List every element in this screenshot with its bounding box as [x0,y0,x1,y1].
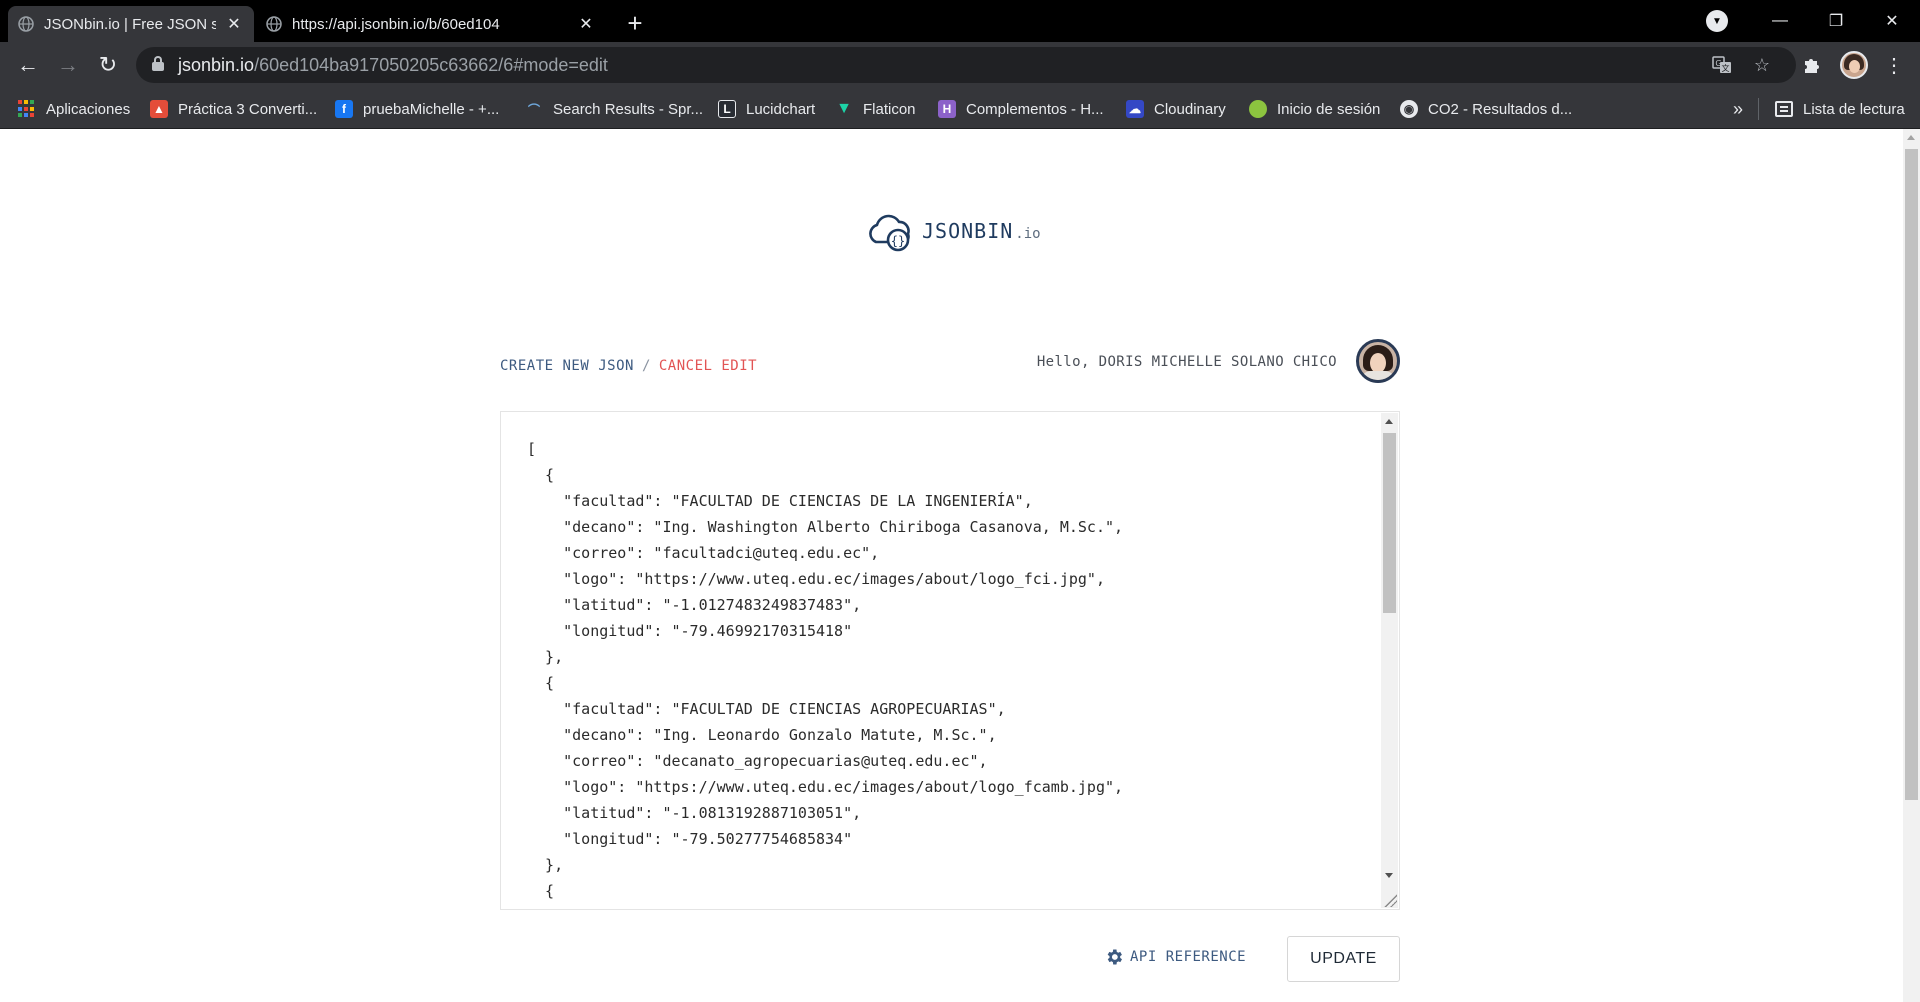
lock-icon[interactable] [152,56,164,72]
reload-icon[interactable]: ↻ [92,49,124,81]
api-reference-link[interactable]: API REFERENCE [1104,945,1246,969]
translate-icon[interactable]: 文G [1710,53,1734,77]
svg-text:文: 文 [1722,63,1730,73]
bookmark-lucidchart[interactable]: L Lucidchart [718,96,815,122]
close-icon[interactable]: ✕ [576,14,596,34]
user-avatar[interactable] [1356,339,1400,383]
minimize-icon[interactable]: — [1752,0,1808,42]
reading-list-button[interactable]: Lista de lectura [1775,96,1905,122]
logo-text: JSONBIN [922,219,1014,243]
tab-search-icon[interactable]: ▼ [1706,10,1728,32]
cloud-braces-icon: {} [869,214,910,252]
new-tab-button[interactable]: + [620,8,650,38]
browser-toolbar: ← → ↻ jsonbin.io/60ed104ba917050205c6366… [0,42,1920,88]
forward-icon[interactable]: → [52,49,84,81]
create-new-json-link[interactable]: CREATE NEW JSON [500,358,634,374]
editor-actions: CREATE NEW JSON / CANCEL EDIT [500,358,757,374]
url-text[interactable]: jsonbin.io/60ed104ba917050205c63662/6#mo… [178,55,608,76]
json-editor-content[interactable]: [ { "facultad": "FACULTAD DE CIENCIAS DE… [527,436,1377,904]
profile-avatar[interactable] [1840,51,1868,79]
api-reference-label: API REFERENCE [1130,949,1247,965]
back-icon[interactable]: ← [12,49,44,81]
tab-title: JSONbin.io | Free JSON storage s [44,15,216,33]
flaticon-icon: ▼ [836,100,852,117]
jsonbin-logo[interactable]: {} JSONBIN .io [864,209,1041,253]
bookmark-cloudinary[interactable]: ☁ Cloudinary [1126,96,1226,122]
json-editor[interactable]: [ { "facultad": "FACULTAD DE CIENCIAS DE… [500,411,1400,910]
address-bar[interactable]: jsonbin.io/60ed104ba917050205c63662/6#mo… [136,47,1796,83]
cancel-edit-link[interactable]: CANCEL EDIT [659,358,757,374]
bookmarks-divider [1758,98,1759,120]
tab-api-jsonbin[interactable]: https://api.jsonbin.io/b/60ed104 ✕ [256,6,606,42]
more-vert-icon[interactable]: ⋮ [1882,53,1906,77]
bookmark-springer[interactable]: ⌒ Search Results - Spr... [525,96,703,122]
tab-title: https://api.jsonbin.io/b/60ed104 [292,15,500,33]
facebook-icon: f [335,100,353,118]
bookmarks-bar: Aplicaciones ▲ Práctica 3 Converti... f … [0,88,1920,129]
springer-icon: ⌒ [527,102,540,117]
bookmark-heroku[interactable]: H Complementos - H... [938,96,1104,122]
graduation-cap-icon: ▲ [150,100,168,118]
bookmark-inicio-sesion[interactable]: Inicio de sesión [1249,96,1380,122]
page-viewport: {} JSONBIN .io CREATE NEW JSON / CANCEL ED… [0,129,1920,1002]
bookmark-star-icon[interactable]: ☆ [1750,53,1774,77]
window-close-icon[interactable]: ✕ [1864,0,1920,42]
logo-suffix: .io [1015,226,1041,242]
gear-icon [1107,949,1122,965]
bookmark-co2[interactable]: ◉ CO2 - Resultados d... [1400,96,1572,122]
lucidchart-icon: L [718,100,736,118]
cloudinary-icon: ☁ [1126,100,1144,118]
page-scrollbar[interactable] [1903,129,1920,1002]
heroku-icon: H [938,100,956,118]
globe-icon [266,16,282,32]
reading-list-icon [1775,101,1793,117]
apps-grid-icon [18,100,36,118]
close-icon[interactable]: ✕ [224,14,244,34]
tab-strip: JSONbin.io | Free JSON storage s ✕ https… [0,0,1920,42]
user-greeting: Hello, DORIS MICHELLE SOLANO CHICO [1036,354,1337,370]
svg-text:{}: {} [891,234,905,248]
editor-scrollbar[interactable] [1381,413,1398,908]
svg-text:G: G [1715,59,1721,68]
scroll-up-icon[interactable] [1385,419,1393,424]
page-scroll-thumb[interactable] [1905,149,1918,800]
bookmark-practica[interactable]: ▲ Práctica 3 Converti... [150,96,317,122]
resize-handle-icon[interactable] [1383,893,1397,907]
globe-icon [18,16,34,32]
separator: / [641,358,651,374]
scroll-down-icon[interactable] [1385,873,1393,878]
tab-jsonbin[interactable]: JSONbin.io | Free JSON storage s ✕ [8,6,254,42]
co2-icon: ◉ [1400,100,1418,118]
update-button[interactable]: UPDATE [1287,936,1400,982]
more-bookmarks-chevron-icon[interactable]: » [1733,96,1743,122]
editor-scroll-thumb[interactable] [1383,433,1396,613]
bookmark-apps[interactable]: Aplicaciones [18,96,130,122]
bookmark-flaticon[interactable]: ▼ Flaticon [835,96,915,122]
scroll-up-icon[interactable] [1907,135,1915,140]
bookmark-facebook[interactable]: f pruebaMichelle - +... [335,96,499,122]
restore-icon[interactable]: ❐ [1808,0,1864,42]
login-leaf-icon [1249,100,1267,118]
extensions-puzzle-icon[interactable] [1800,53,1824,77]
